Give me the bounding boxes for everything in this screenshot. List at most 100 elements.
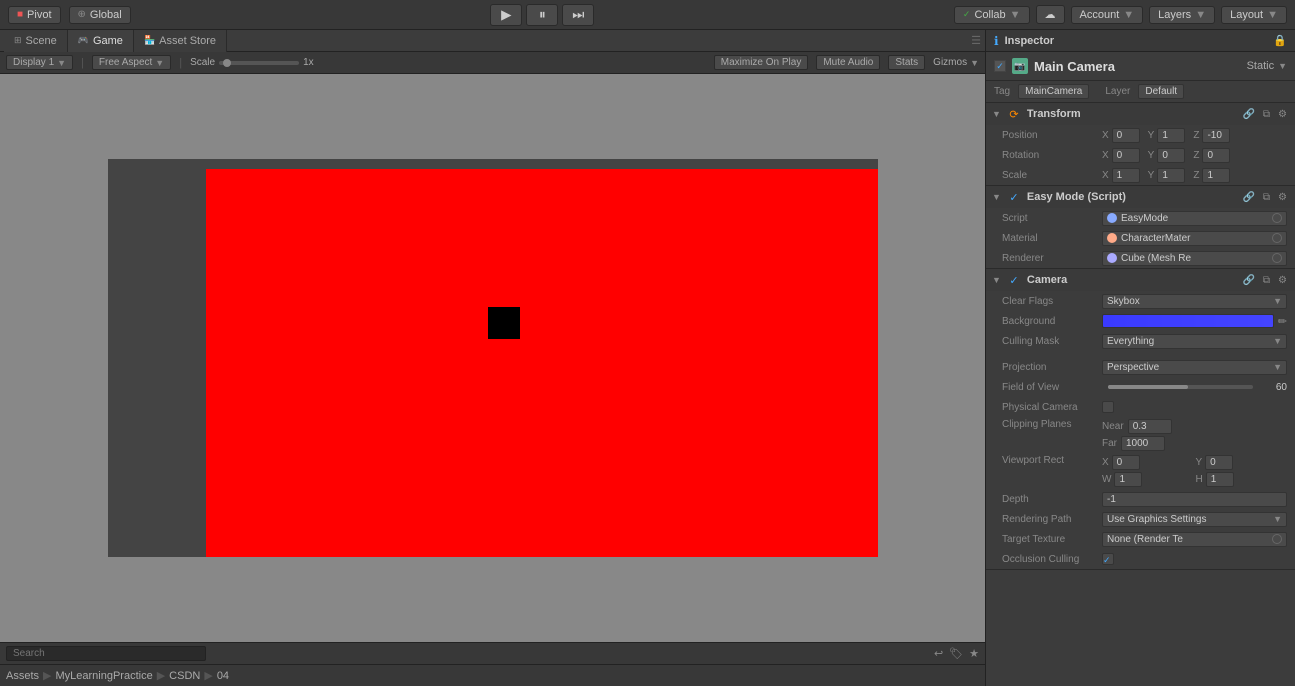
clear-flags-dropdown[interactable]: Skybox ▼: [1102, 294, 1287, 309]
vp-w-val[interactable]: 1: [1114, 472, 1142, 487]
target-texture-label: Target Texture: [1002, 534, 1102, 545]
fov-value: 60: [1259, 382, 1287, 393]
viewport-grid: X 0 Y 0 W 1 H 1: [1102, 455, 1287, 487]
global-button[interactable]: ⊕ Global: [69, 6, 131, 24]
tab-asset-store[interactable]: 🏪 Asset Store: [134, 30, 227, 52]
renderer-value[interactable]: Cube (Mesh Re: [1102, 251, 1287, 266]
material-value[interactable]: CharacterMater: [1102, 231, 1287, 246]
inspector-scroll: ▼ ⟳ Transform 🔗 ⧉ ⚙ Position X 0: [986, 103, 1295, 686]
culling-mask-dropdown[interactable]: Everything ▼: [1102, 334, 1287, 349]
transform-header[interactable]: ▼ ⟳ Transform 🔗 ⧉ ⚙: [986, 103, 1295, 125]
camera-expand-btn[interactable]: ⧉: [1261, 275, 1272, 286]
script-val-text: EasyMode: [1121, 213, 1168, 224]
pause-button[interactable]: ⏸: [526, 4, 558, 26]
tab-scene[interactable]: ⊞ Scene: [4, 30, 68, 52]
scale-x-val[interactable]: 1: [1112, 168, 1140, 183]
material-picker[interactable]: [1272, 233, 1282, 243]
search-input[interactable]: [6, 646, 206, 661]
vp-h-val[interactable]: 1: [1206, 472, 1234, 487]
back-icon[interactable]: ↩: [934, 647, 943, 660]
script-picker[interactable]: [1272, 213, 1282, 223]
target-texture-picker[interactable]: [1272, 534, 1282, 544]
background-color-swatch[interactable]: [1102, 314, 1274, 328]
occlusion-culling-checkbox[interactable]: [1102, 553, 1114, 565]
viewport-label: Viewport Rect: [1002, 455, 1102, 466]
aspect-button[interactable]: Free Aspect ▼: [92, 55, 171, 70]
breadcrumb-assets[interactable]: Assets: [6, 670, 39, 682]
depth-value[interactable]: -1: [1102, 492, 1287, 507]
rot-y-val[interactable]: 0: [1157, 148, 1185, 163]
breadcrumb-my-learning[interactable]: MyLearningPractice: [55, 670, 152, 682]
fov-slider[interactable]: [1108, 385, 1253, 389]
camera-arrow: ▼: [992, 275, 1001, 285]
maximize-button[interactable]: Maximize On Play: [714, 55, 809, 70]
object-enabled-checkbox[interactable]: [994, 60, 1006, 72]
transform-menu-btn[interactable]: ⚙: [1276, 109, 1289, 120]
tab-game[interactable]: 🎮 Game: [68, 30, 134, 52]
mute-button[interactable]: Mute Audio: [816, 55, 880, 70]
transform-arrow: ▼: [992, 109, 1001, 119]
target-texture-value[interactable]: None (Render Te: [1102, 532, 1287, 547]
rot-z-val[interactable]: 0: [1202, 148, 1230, 163]
camera-header[interactable]: ▼ ✓ Camera 🔗 ⧉ ⚙: [986, 269, 1295, 291]
pivot-button[interactable]: ■ Pivot: [8, 6, 61, 24]
scale-y-val[interactable]: 1: [1157, 168, 1185, 183]
easy-mode-link-btn[interactable]: 🔗: [1240, 192, 1256, 203]
step-button[interactable]: ⏭: [562, 4, 594, 26]
account-button[interactable]: Account ▼: [1071, 6, 1144, 24]
depth-label: Depth: [1002, 494, 1102, 505]
display-button[interactable]: Display 1 ▼: [6, 55, 73, 70]
cloud-icon: ☁: [1045, 8, 1056, 21]
projection-dropdown[interactable]: Perspective ▼: [1102, 360, 1287, 375]
gizmos-button[interactable]: Gizmos ▼: [933, 57, 979, 68]
tag-layer-row: Tag MainCamera Layer Default: [986, 81, 1295, 103]
pos-z-val[interactable]: -10: [1202, 128, 1230, 143]
cloud-button[interactable]: ☁: [1036, 5, 1065, 24]
rot-x-label: X: [1102, 150, 1109, 161]
background-pencil-icon[interactable]: ✏: [1278, 315, 1287, 328]
near-value[interactable]: 0.3: [1128, 419, 1172, 434]
scale-z-val[interactable]: 1: [1202, 168, 1230, 183]
pos-y-label: Y: [1148, 130, 1155, 141]
far-label: Far: [1102, 438, 1117, 449]
easy-mode-section: ▼ ✓ Easy Mode (Script) 🔗 ⧉ ⚙ Script Easy…: [986, 186, 1295, 269]
game-tab-label: Game: [93, 35, 123, 47]
pos-y-val[interactable]: 1: [1157, 128, 1185, 143]
play-button[interactable]: ▶: [490, 4, 522, 26]
inspector-lock[interactable]: 🔒: [1273, 34, 1287, 47]
layout-button[interactable]: Layout ▼: [1221, 6, 1287, 24]
pos-x-val[interactable]: 0: [1112, 128, 1140, 143]
rot-x-val[interactable]: 0: [1112, 148, 1140, 163]
easy-mode-expand-btn[interactable]: ⧉: [1261, 192, 1272, 203]
transform-expand-btn[interactable]: ⧉: [1261, 109, 1272, 120]
collab-button[interactable]: ✓ Collab ▼: [954, 6, 1030, 24]
renderer-picker[interactable]: [1272, 253, 1282, 263]
star-icon[interactable]: ★: [969, 647, 979, 660]
tag-icon[interactable]: 🏷: [949, 647, 963, 660]
transform-link-btn[interactable]: 🔗: [1240, 109, 1256, 120]
camera-menu-btn[interactable]: ⚙: [1276, 275, 1289, 286]
tag-value[interactable]: MainCamera: [1018, 84, 1089, 99]
account-label: Account: [1080, 9, 1120, 21]
script-value[interactable]: EasyMode: [1102, 211, 1287, 226]
breadcrumb: Assets ▶ MyLearningPractice ▶ CSDN ▶ 04: [0, 664, 985, 686]
breadcrumb-csdn[interactable]: CSDN: [169, 670, 200, 682]
easy-mode-header[interactable]: ▼ ✓ Easy Mode (Script) 🔗 ⧉ ⚙: [986, 186, 1295, 208]
breadcrumb-folder[interactable]: 04: [217, 670, 229, 682]
easy-mode-menu-btn[interactable]: ⚙: [1276, 192, 1289, 203]
layer-value[interactable]: Default: [1138, 84, 1184, 99]
scale-slider[interactable]: [219, 61, 299, 65]
easy-mode-arrow: ▼: [992, 192, 1001, 202]
tab-menu-icon[interactable]: ☰: [971, 34, 981, 47]
easy-mode-actions: 🔗 ⧉ ⚙: [1240, 192, 1289, 203]
physical-camera-checkbox[interactable]: [1102, 401, 1114, 413]
vp-y-val[interactable]: 0: [1205, 455, 1233, 470]
vp-x-val[interactable]: 0: [1112, 455, 1140, 470]
inspector-header: ℹ Inspector 🔒: [986, 30, 1295, 52]
far-value[interactable]: 1000: [1121, 436, 1165, 451]
camera-link-btn[interactable]: 🔗: [1240, 275, 1256, 286]
rotation-xyz: X 0 Y 0 Z 0: [1102, 148, 1287, 163]
rendering-path-dropdown[interactable]: Use Graphics Settings ▼: [1102, 512, 1287, 527]
stats-button[interactable]: Stats: [888, 55, 925, 70]
layers-button[interactable]: Layers ▼: [1149, 6, 1215, 24]
